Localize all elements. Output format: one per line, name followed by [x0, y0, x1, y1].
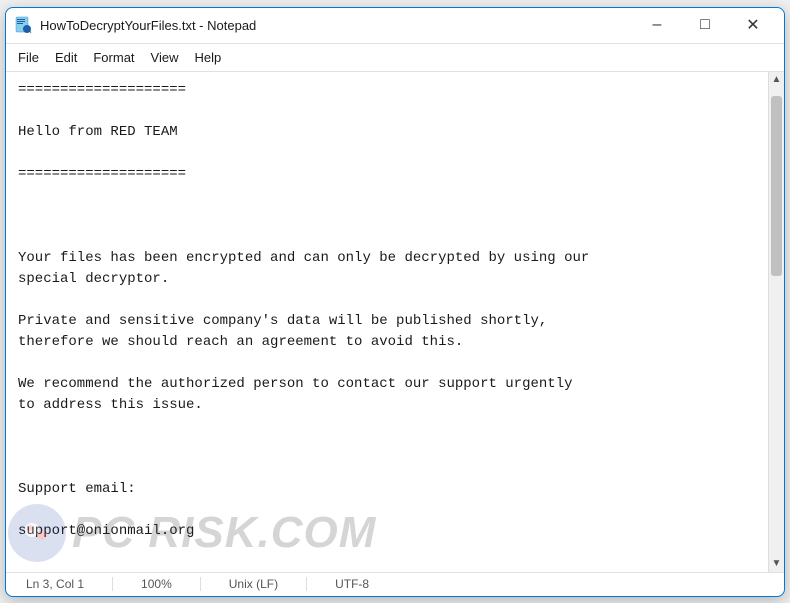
close-button[interactable]: ✕: [730, 9, 776, 41]
line-ending: Unix (LF): [221, 577, 286, 591]
window-title: HowToDecryptYourFiles.txt - Notepad: [40, 18, 634, 33]
menu-edit[interactable]: Edit: [47, 46, 85, 69]
title-bar: HowToDecryptYourFiles.txt - Notepad – □ …: [6, 8, 784, 44]
scrollbar-track[interactable]: [769, 88, 784, 556]
encoding: UTF-8: [327, 577, 377, 591]
minimize-button[interactable]: –: [634, 9, 680, 41]
status-bar: Ln 3, Col 1 100% Unix (LF) UTF-8: [6, 572, 784, 596]
scroll-up-arrow[interactable]: ▲: [769, 72, 785, 88]
notepad-window: HowToDecryptYourFiles.txt - Notepad – □ …: [5, 7, 785, 597]
status-divider-3: [306, 577, 307, 591]
menu-view[interactable]: View: [143, 46, 187, 69]
cursor-position: Ln 3, Col 1: [18, 577, 92, 591]
window-controls: – □ ✕: [634, 9, 776, 41]
vertical-scrollbar[interactable]: ▲ ▼: [768, 72, 784, 572]
text-editor[interactable]: ==================== Hello from RED TEAM…: [6, 72, 768, 572]
menu-help[interactable]: Help: [186, 46, 229, 69]
scrollbar-thumb[interactable]: [771, 96, 782, 276]
zoom-level: 100%: [133, 577, 180, 591]
menu-format[interactable]: Format: [85, 46, 142, 69]
editor-area: ==================== Hello from RED TEAM…: [6, 72, 784, 572]
status-divider-2: [200, 577, 201, 591]
status-divider-1: [112, 577, 113, 591]
scroll-down-arrow[interactable]: ▼: [769, 556, 785, 572]
maximize-button[interactable]: □: [682, 9, 728, 41]
menu-file[interactable]: File: [10, 46, 47, 69]
menu-bar: File Edit Format View Help: [6, 44, 784, 72]
app-icon: [14, 16, 32, 34]
